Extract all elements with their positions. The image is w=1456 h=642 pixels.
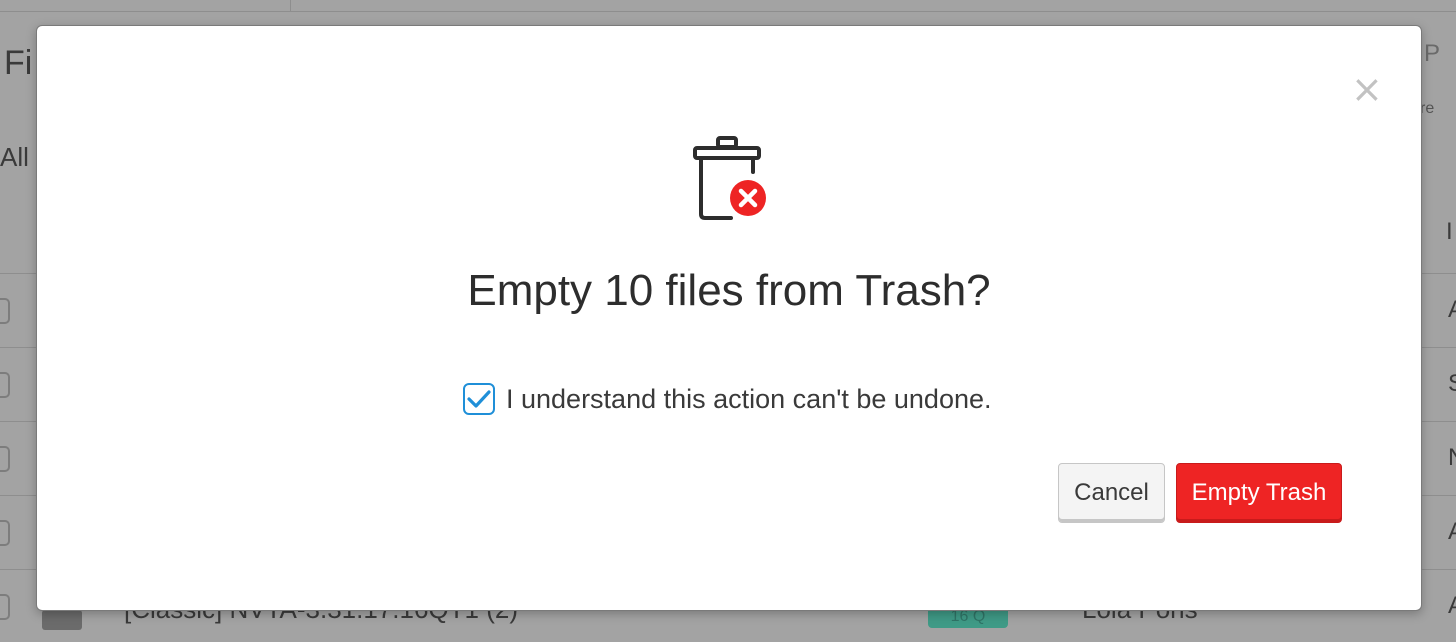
background-right-header: P <box>1424 40 1441 67</box>
background-top-bar <box>0 0 1456 12</box>
background-page-title: Fi <box>4 44 33 82</box>
background-row-right-text: N <box>1448 444 1456 472</box>
background-row-checkbox <box>0 594 10 620</box>
background-top-bar-divider <box>290 0 291 12</box>
background-row-checkbox <box>0 372 10 398</box>
background-row-right-text: A <box>1448 592 1456 620</box>
background-row-right-text: A <box>1448 296 1456 324</box>
background-row-checkbox <box>0 446 10 472</box>
background-row-right-text: A <box>1448 518 1456 546</box>
background-file-thumbnail <box>42 610 82 630</box>
confirm-checkbox-row[interactable]: I understand this action can't be undone… <box>463 382 992 416</box>
background-row-checkbox <box>0 520 10 546</box>
cancel-button[interactable]: Cancel <box>1058 463 1165 523</box>
background-row-checkbox <box>0 298 10 324</box>
background-header-right-glyph: I <box>1446 218 1453 245</box>
trash-error-icon <box>693 136 769 220</box>
confirm-checkbox[interactable] <box>463 383 495 415</box>
close-icon[interactable]: × <box>1351 70 1383 108</box>
confirm-checkbox-label: I understand this action can't be undone… <box>506 383 992 414</box>
dialog-title: Empty 10 files from Trash? <box>467 266 991 315</box>
empty-trash-dialog: × Empty 10 files from Trash? I understan… <box>36 25 1422 611</box>
checkmark-icon <box>467 390 491 408</box>
empty-trash-button[interactable]: Empty Trash <box>1176 463 1342 523</box>
background-row-right-text: S <box>1448 370 1456 398</box>
background-right-note: re <box>1420 100 1435 117</box>
